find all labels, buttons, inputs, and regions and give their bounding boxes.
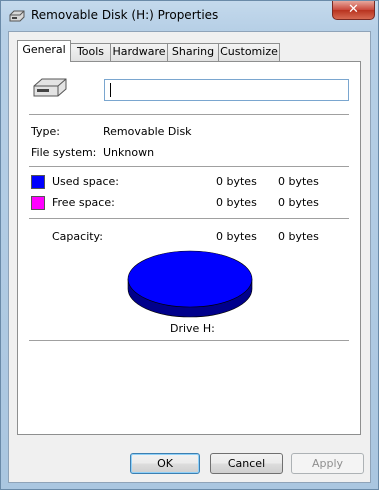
separator bbox=[29, 218, 349, 220]
free-space-bytes: 0 bytes bbox=[216, 196, 257, 209]
tab-general[interactable]: General bbox=[17, 40, 71, 62]
capacity-size: 0 bytes bbox=[278, 230, 319, 243]
title-bar[interactable]: Removable Disk (H:) Properties ✕ bbox=[1, 1, 378, 31]
separator bbox=[29, 114, 349, 116]
separator bbox=[29, 166, 349, 168]
tab-tools[interactable]: Tools bbox=[70, 43, 111, 61]
disk-usage-pie bbox=[127, 250, 253, 318]
tab-hardware[interactable]: Hardware bbox=[110, 43, 168, 61]
apply-button[interactable]: Apply bbox=[291, 453, 364, 474]
used-space-bytes: 0 bytes bbox=[216, 175, 257, 188]
removable-drive-icon bbox=[9, 10, 25, 22]
separator bbox=[29, 340, 349, 342]
volume-label-field[interactable] bbox=[104, 79, 349, 101]
window-title: Removable Disk (H:) Properties bbox=[31, 8, 219, 22]
used-space-label: Used space: bbox=[52, 175, 120, 188]
type-value: Removable Disk bbox=[103, 125, 192, 138]
capacity-bytes: 0 bytes bbox=[216, 230, 257, 243]
free-space-label: Free space: bbox=[52, 196, 115, 209]
text-caret bbox=[110, 83, 111, 97]
properties-window: Removable Disk (H:) Properties ✕ General… bbox=[0, 0, 379, 490]
tab-sharing[interactable]: Sharing bbox=[167, 43, 219, 61]
drive-letter-label: Drive H: bbox=[170, 322, 215, 335]
type-label: Type: bbox=[31, 125, 60, 138]
free-space-size: 0 bytes bbox=[278, 196, 319, 209]
ok-button[interactable]: OK bbox=[130, 453, 200, 474]
general-tab-panel: Type: Removable Disk File system: Unknow… bbox=[17, 61, 361, 435]
file-system-value: Unknown bbox=[103, 146, 155, 159]
tab-customize[interactable]: Customize bbox=[218, 43, 280, 61]
used-space-size: 0 bytes bbox=[278, 175, 319, 188]
close-button[interactable]: ✕ bbox=[332, 1, 375, 20]
file-system-label: File system: bbox=[31, 146, 97, 159]
cancel-button[interactable]: Cancel bbox=[210, 453, 283, 474]
used-space-swatch bbox=[31, 175, 45, 189]
free-space-swatch bbox=[31, 196, 45, 210]
dialog-body: General Tools Hardware Sharing Customize… bbox=[8, 31, 371, 483]
removable-drive-icon bbox=[33, 78, 67, 97]
capacity-label: Capacity: bbox=[52, 230, 103, 243]
